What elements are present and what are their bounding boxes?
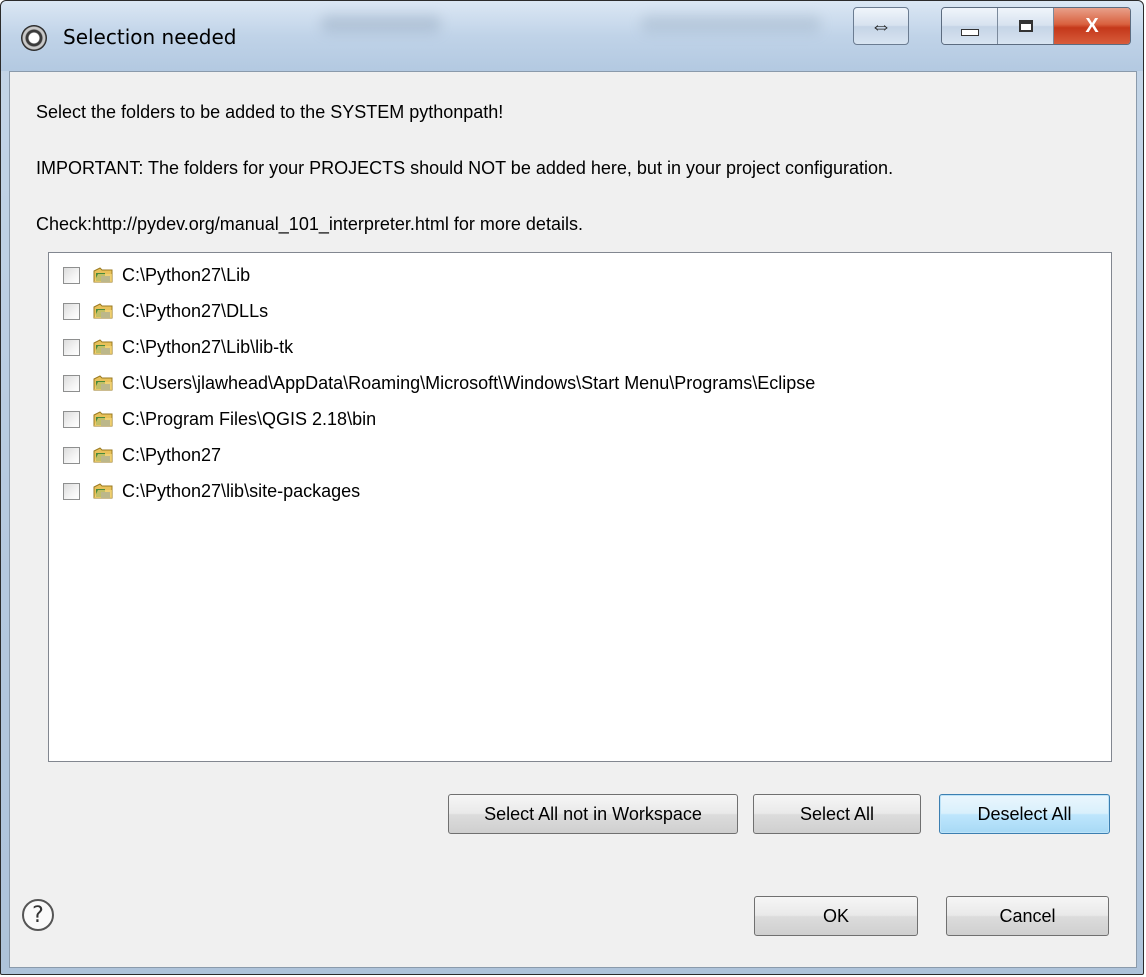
- select-all-button[interactable]: Select All: [753, 794, 921, 834]
- instruction-text: Select the folders to be added to the SY…: [36, 102, 504, 122]
- close-button[interactable]: X: [1054, 8, 1130, 44]
- maximize-button[interactable]: [998, 8, 1054, 44]
- folder-path: C:\Python27\DLLs: [122, 300, 269, 321]
- python-folder-icon: [93, 375, 113, 391]
- folder-checkbox[interactable]: [63, 374, 80, 392]
- folder-item[interactable]: C:\Users\jlawhead\AppData\Roaming\Micros…: [63, 369, 815, 397]
- python-folder-icon: [93, 483, 113, 499]
- deselect-all-button[interactable]: Deselect All: [939, 794, 1110, 834]
- swap-arrows-icon: ⇔: [870, 13, 892, 38]
- python-folder-icon: [93, 447, 113, 463]
- folder-checkbox[interactable]: [63, 446, 80, 464]
- folder-checkbox[interactable]: [63, 482, 80, 500]
- folder-checklist[interactable]: C:\Python27\Lib C:\Python27\DLLs C:\Pyth…: [48, 252, 1112, 762]
- dialog-window: Selection needed ⇔ X Select the folders …: [0, 0, 1144, 975]
- background-blur: [641, 15, 821, 33]
- important-note: IMPORTANT: The folders for your PROJECTS…: [36, 158, 894, 178]
- folder-path: C:\Python27\Lib\lib-tk: [122, 336, 294, 357]
- ok-button[interactable]: OK: [754, 896, 918, 936]
- folder-checkbox[interactable]: [63, 410, 80, 428]
- folder-item[interactable]: C:\Python27\DLLs: [63, 297, 268, 325]
- folder-item[interactable]: C:\Python27: [63, 441, 221, 469]
- help-icon[interactable]: ?: [22, 899, 54, 931]
- select-all-not-in-workspace-button[interactable]: Select All not in Workspace: [448, 794, 738, 834]
- folder-checkbox[interactable]: [63, 338, 80, 356]
- cancel-button[interactable]: Cancel: [946, 896, 1109, 936]
- folder-item[interactable]: C:\Python27\Lib\lib-tk: [63, 333, 293, 361]
- eclipse-gear-icon: [21, 25, 47, 51]
- window-title: Selection needed: [63, 25, 237, 49]
- folder-item[interactable]: C:\Program Files\QGIS 2.18\bin: [63, 405, 376, 433]
- python-folder-icon: [93, 339, 113, 355]
- resize-toggle-button[interactable]: ⇔: [853, 7, 909, 45]
- folder-path: C:\Program Files\QGIS 2.18\bin: [122, 408, 377, 429]
- details-link-text: Check:http://pydev.org/manual_101_interp…: [36, 214, 583, 234]
- close-icon: X: [1085, 14, 1099, 37]
- minimize-button[interactable]: [942, 8, 998, 44]
- python-folder-icon: [93, 303, 113, 319]
- folder-path: C:\Users\jlawhead\AppData\Roaming\Micros…: [122, 372, 816, 393]
- python-folder-icon: [93, 411, 113, 427]
- window-controls: X: [941, 7, 1131, 45]
- folder-path: C:\Python27: [122, 444, 222, 465]
- background-blur: [321, 15, 441, 33]
- folder-checkbox[interactable]: [63, 302, 80, 320]
- folder-path: C:\Python27\Lib: [122, 264, 251, 285]
- python-folder-icon: [93, 267, 113, 283]
- folder-checkbox[interactable]: [63, 266, 80, 284]
- folder-item[interactable]: C:\Python27\lib\site-packages: [63, 477, 360, 505]
- folder-path: C:\Python27\lib\site-packages: [122, 480, 361, 501]
- dialog-body: Select the folders to be added to the SY…: [9, 71, 1137, 968]
- minimize-icon: [960, 28, 979, 36]
- title-bar[interactable]: Selection needed ⇔ X: [1, 1, 1143, 71]
- maximize-icon: [1018, 20, 1033, 32]
- folder-item[interactable]: C:\Python27\Lib: [63, 261, 250, 289]
